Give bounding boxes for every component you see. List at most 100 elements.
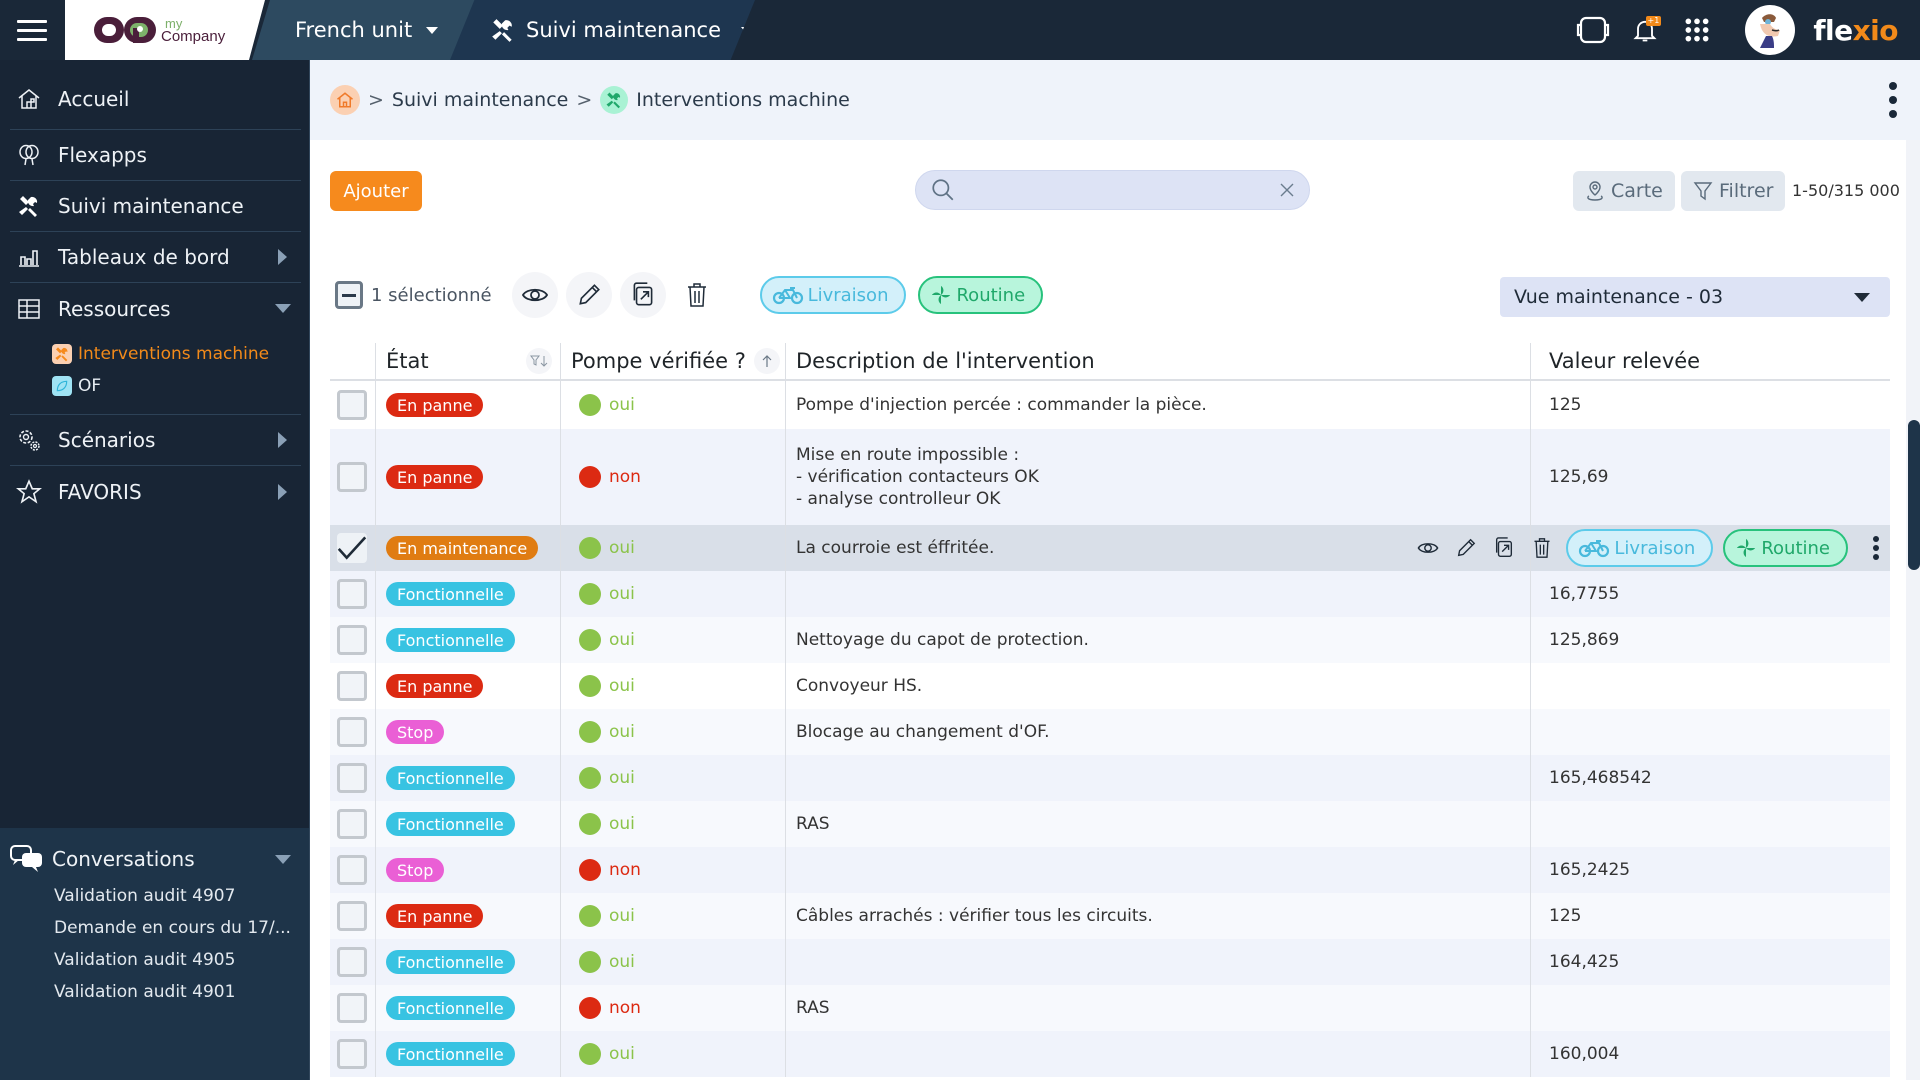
- chevron-down-icon[interactable]: [275, 304, 291, 313]
- row-export-button[interactable]: [1490, 534, 1518, 562]
- table-row[interactable]: Fonctionnelle oui 164,425: [330, 939, 1890, 985]
- app-selector[interactable]: Suivi maintenance: [450, 0, 755, 60]
- row-checkbox[interactable]: [337, 671, 367, 701]
- table-row[interactable]: Stop oui Blocage au changement d'OF.: [330, 709, 1890, 755]
- table-row[interactable]: Fonctionnelle oui 16,7755: [330, 571, 1890, 617]
- scrollbar-thumb[interactable]: [1908, 420, 1920, 570]
- table-row[interactable]: En panne oui Câbles arrachés : vérifier to…: [330, 893, 1890, 939]
- sidebar-item-favoris[interactable]: FAVORIS: [10, 466, 301, 517]
- sidebar-item-label: Scénarios: [58, 428, 156, 452]
- column-header-etat[interactable]: État: [375, 343, 560, 379]
- table-row[interactable]: Stop non 165,2425: [330, 847, 1890, 893]
- view-selector[interactable]: Vue maintenance - 03: [1500, 277, 1890, 317]
- row-checkbox[interactable]: [337, 625, 367, 655]
- pompe-value: non: [609, 467, 641, 487]
- row-checkbox[interactable]: [337, 763, 367, 793]
- conversation-item[interactable]: Demande en cours du 17/...: [10, 912, 309, 944]
- sidebar-item-tableaux-de-bord[interactable]: Tableaux de bord: [10, 232, 301, 283]
- table-row[interactable]: Fonctionnelle non RAS: [330, 985, 1890, 1031]
- chevron-down-icon[interactable]: [275, 854, 291, 864]
- clear-search-icon[interactable]: [1279, 182, 1295, 198]
- row-livraison-tag[interactable]: Livraison: [1566, 529, 1714, 567]
- row-checkbox[interactable]: [337, 462, 367, 492]
- edit-selected-button[interactable]: [565, 272, 612, 318]
- filter-sort-icon[interactable]: [526, 348, 552, 374]
- sort-ascending-icon[interactable]: [753, 348, 780, 374]
- eye-icon: [521, 288, 548, 302]
- sidebar-item-flexapps[interactable]: Flexapps: [10, 130, 301, 181]
- row-checkbox[interactable]: [337, 533, 367, 563]
- row-checkbox[interactable]: [337, 901, 367, 931]
- filter-button[interactable]: Filtrer: [1681, 171, 1786, 211]
- sidebar-subitem-of[interactable]: OF: [52, 370, 301, 402]
- conversations-header[interactable]: Conversations: [10, 838, 309, 880]
- table-row[interactable]: En panne non Mise en route impossible : - …: [330, 429, 1890, 525]
- column-header-valeur[interactable]: Valeur relevée: [1530, 343, 1890, 379]
- page-more-menu-button[interactable]: [1888, 82, 1898, 118]
- row-checkbox[interactable]: [337, 809, 367, 839]
- row-routine-tag[interactable]: Routine: [1723, 529, 1848, 567]
- sidebar-item-ressources[interactable]: Ressources: [10, 283, 301, 334]
- row-checkbox[interactable]: [337, 947, 367, 977]
- export-selected-button[interactable]: [619, 272, 666, 318]
- breadcrumb-item-suivi-maintenance[interactable]: Suivi maintenance: [392, 89, 568, 111]
- view-selected-button[interactable]: [511, 272, 558, 318]
- status-dot-green-icon: [579, 537, 601, 559]
- column-header-pompe[interactable]: Pompe vérifiée ?: [560, 343, 785, 379]
- conversation-item[interactable]: Validation audit 4905: [10, 944, 309, 976]
- search-input[interactable]: [966, 181, 1279, 199]
- column-header-description[interactable]: Description de l'intervention: [785, 343, 1530, 379]
- status-dot-green-icon: [579, 951, 601, 973]
- sidebar-item-accueil[interactable]: Accueil: [10, 68, 301, 130]
- row-edit-button[interactable]: [1452, 534, 1480, 562]
- conversation-item[interactable]: Validation audit 4901: [10, 976, 309, 1008]
- row-checkbox[interactable]: [337, 855, 367, 885]
- unit-selector[interactable]: French unit: [252, 0, 477, 60]
- table-row[interactable]: Fonctionnelle oui 165,468542: [330, 755, 1890, 801]
- scrollbar-track: [1906, 140, 1920, 1080]
- table-row[interactable]: En panne oui Convoyeur HS.: [330, 663, 1890, 709]
- pompe-value: oui: [609, 395, 635, 415]
- chevron-right-icon[interactable]: [278, 483, 287, 500]
- delete-selected-button[interactable]: [674, 272, 720, 318]
- chevron-right-icon[interactable]: [278, 432, 287, 448]
- map-button[interactable]: Carte: [1573, 171, 1675, 211]
- pompe-value: oui: [609, 584, 635, 604]
- conversation-item[interactable]: Validation audit 4907: [10, 880, 309, 912]
- sidebar-subitem-interventions-machine[interactable]: Interventions machine: [52, 338, 301, 370]
- company-logo[interactable]: my Company: [65, 0, 265, 60]
- row-checkbox[interactable]: [337, 717, 367, 747]
- row-delete-button[interactable]: [1528, 534, 1556, 562]
- select-all-checkbox[interactable]: [335, 281, 363, 309]
- row-checkbox[interactable]: [337, 993, 367, 1023]
- table-row[interactable]: Fonctionnelle oui RAS: [330, 801, 1890, 847]
- sidebar-item-suivi-maintenance[interactable]: Suivi maintenance: [10, 181, 301, 232]
- table-row[interactable]: Fonctionnelle oui 160,004: [330, 1031, 1890, 1077]
- table-row[interactable]: Fonctionnelle oui Nettoyage du capot de pr…: [330, 617, 1890, 663]
- pompe-value: oui: [609, 906, 635, 926]
- chevron-down-icon: [741, 26, 753, 34]
- valeur-text: 125,869: [1549, 630, 1620, 650]
- notifications-button[interactable]: +1: [1619, 0, 1671, 60]
- chevron-right-icon[interactable]: [278, 249, 287, 265]
- breadcrumb-home-button[interactable]: [330, 85, 360, 115]
- routine-action-tag[interactable]: Routine: [918, 276, 1044, 314]
- checkbox-cell: [330, 571, 375, 617]
- row-more-menu-button[interactable]: [1872, 536, 1880, 560]
- app-label: Suivi maintenance: [526, 18, 721, 42]
- row-checkbox[interactable]: [337, 390, 367, 420]
- user-avatar[interactable]: [1745, 5, 1796, 55]
- sidebar-item-scenarios[interactable]: Scénarios: [10, 415, 301, 466]
- row-checkbox[interactable]: [337, 579, 367, 609]
- add-button[interactable]: Ajouter: [330, 171, 422, 211]
- table-row[interactable]: En panne oui Pompe d'injection percée : co…: [330, 381, 1890, 429]
- tablet-mode-button[interactable]: [1567, 0, 1619, 60]
- pompe-value: oui: [609, 538, 635, 558]
- apps-button[interactable]: [1671, 0, 1723, 60]
- table-row[interactable]: En maintenance oui La courroie est éffrité…: [330, 525, 1890, 571]
- row-view-button[interactable]: [1414, 534, 1442, 562]
- menu-toggle-button[interactable]: [0, 0, 64, 60]
- livraison-action-tag[interactable]: Livraison: [759, 276, 907, 314]
- description-cell: Nettoyage du capot de protection.: [785, 617, 1530, 663]
- row-checkbox[interactable]: [337, 1039, 367, 1069]
